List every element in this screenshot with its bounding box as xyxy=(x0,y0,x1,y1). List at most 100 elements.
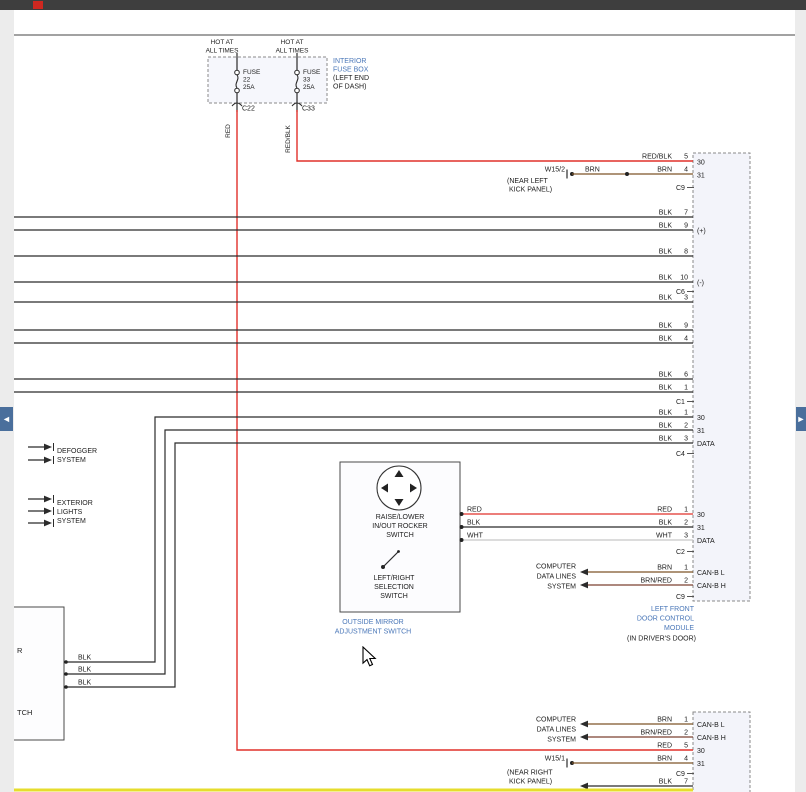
rocker-switch-label: SWITCH xyxy=(386,532,414,539)
module-pin-label: 30 xyxy=(697,512,705,519)
wire-red-blk xyxy=(297,110,693,161)
pin-number: 1 xyxy=(684,385,688,392)
module-pin-label: (-) xyxy=(697,280,704,287)
connector-label: C9 xyxy=(676,594,685,601)
rocker-switch-label: RAISE/LOWER xyxy=(376,514,425,521)
pin-wire-label: BLK xyxy=(659,520,673,527)
fuse33-bottom-terminal xyxy=(295,88,300,93)
fuse-label: FUSE xyxy=(243,69,261,76)
fuse-label: FUSE xyxy=(303,69,321,76)
bottom-left-box-text: TCH xyxy=(17,708,32,717)
arrow-right-icon xyxy=(44,444,52,451)
connector-label: C2 xyxy=(676,549,685,556)
pin-number: 2 xyxy=(684,520,688,527)
module-pin-label: DATA xyxy=(697,538,715,545)
bottom-left-box-text: R xyxy=(17,646,23,655)
pin-number: 1 xyxy=(684,410,688,417)
ref-computer-label: DATA LINES xyxy=(537,727,577,734)
pin-wire-label: BLK xyxy=(659,336,673,343)
wire-color-label: BRN xyxy=(585,167,600,174)
pin-number: 1 xyxy=(684,717,688,724)
fuse-number: 22 xyxy=(243,77,251,84)
pin-number: 1 xyxy=(684,565,688,572)
hot-at-label: ALL TIMES xyxy=(276,48,310,55)
module-pin-label: 31 xyxy=(697,173,705,180)
wire-color-label-redblk: RED/BLK xyxy=(285,124,292,152)
fuse-rating: 25A xyxy=(303,84,315,91)
mouse-cursor-icon xyxy=(362,646,380,670)
pin-wire-label: BLK xyxy=(659,436,673,443)
connector-label: C6 xyxy=(676,289,685,296)
module-pin-label: DATA xyxy=(697,441,715,448)
scroll-left-button[interactable]: ◄ xyxy=(0,407,13,431)
pin-wire-label: BRN xyxy=(657,565,672,572)
ref-exterior-label: LIGHTS xyxy=(57,509,83,516)
pin-number: 9 xyxy=(684,323,688,330)
fuse-rating: 25A xyxy=(243,84,255,91)
right-arrow-icon: ► xyxy=(797,414,806,424)
arrow-right-icon xyxy=(44,520,52,527)
fuse-box-title: FUSE BOX xyxy=(333,67,369,74)
selector-switch-label: SELECTION xyxy=(374,584,414,591)
pin-number: 4 xyxy=(684,167,688,174)
module-pin-label: 30 xyxy=(697,415,705,422)
top-bar xyxy=(0,0,806,10)
rocker-switch-label: IN/OUT ROCKER xyxy=(372,523,428,530)
pin-number: 2 xyxy=(684,578,688,585)
page-right-margin xyxy=(795,10,806,792)
pin-wire-label: BRN xyxy=(657,756,672,763)
wire-color-label: BLK xyxy=(78,655,92,662)
splice-name: W15/2 xyxy=(545,167,565,174)
pin-wire-label: BLK xyxy=(659,323,673,330)
pin-wire-label: BLK xyxy=(659,295,673,302)
wire-color-label: WHT xyxy=(467,533,484,540)
switch-caption: ADJUSTMENT SWITCH xyxy=(335,629,411,636)
pin-number: 4 xyxy=(684,336,688,343)
fuse-box-title: INTERIOR xyxy=(333,58,366,65)
pin-wire-label: BRN xyxy=(657,717,672,724)
fuse22-top-terminal xyxy=(235,70,240,75)
splice-location: KICK PANEL) xyxy=(509,779,552,786)
ref-computer-label: DATA LINES xyxy=(537,574,577,581)
module-pin-label: 31 xyxy=(697,525,705,532)
module-pin-label: 30 xyxy=(697,748,705,755)
module-pin-label: CAN-B H xyxy=(697,583,726,590)
arrow-right-icon xyxy=(44,508,52,515)
splice-location: (NEAR LEFT xyxy=(507,178,549,185)
ref-defogger-label: SYSTEM xyxy=(57,457,86,464)
connector-label: C4 xyxy=(676,451,685,458)
pin-number: 6 xyxy=(684,372,688,379)
pin-number: 2 xyxy=(684,730,688,737)
ref-computer-label: COMPUTER xyxy=(536,564,576,571)
fuse-number: 33 xyxy=(303,77,311,84)
wire-color-label: BLK xyxy=(467,520,481,527)
junction-dot xyxy=(625,172,629,176)
arrow-left-icon xyxy=(580,783,588,790)
pin-number: 7 xyxy=(684,779,688,786)
pin-wire-label: WHT xyxy=(656,533,673,540)
junction-dot xyxy=(460,525,464,529)
module-caption: LEFT FRONT xyxy=(651,606,695,613)
pin-number: 3 xyxy=(684,533,688,540)
module-caption: DOOR CONTROL xyxy=(637,616,694,623)
pin-wire-label: RED/BLK xyxy=(642,154,672,161)
pin-wire-label: BLK xyxy=(659,210,673,217)
connector-label: C9 xyxy=(676,771,685,778)
left-arrow-icon: ◄ xyxy=(2,414,11,424)
module-pin-label: 30 xyxy=(697,160,705,167)
scroll-right-button[interactable]: ► xyxy=(796,407,806,431)
pin-number: 8 xyxy=(684,249,688,256)
pin-number: 5 xyxy=(684,154,688,161)
ref-defogger-label: DEFOGGER xyxy=(57,448,97,455)
pin-wire-label: BLK xyxy=(659,249,673,256)
wire-color-label: RED xyxy=(467,507,482,514)
module-pin-label: (+) xyxy=(697,228,706,235)
fuse33-top-terminal xyxy=(295,70,300,75)
junction-dot xyxy=(460,512,464,516)
pin-wire-label: BLK xyxy=(659,423,673,430)
pin-number: 3 xyxy=(684,436,688,443)
ref-exterior-label: EXTERIOR xyxy=(57,500,93,507)
pin-number: 2 xyxy=(684,423,688,430)
module-pin-label: CAN-B L xyxy=(697,722,725,729)
hot-at-label: ALL TIMES xyxy=(206,48,240,55)
